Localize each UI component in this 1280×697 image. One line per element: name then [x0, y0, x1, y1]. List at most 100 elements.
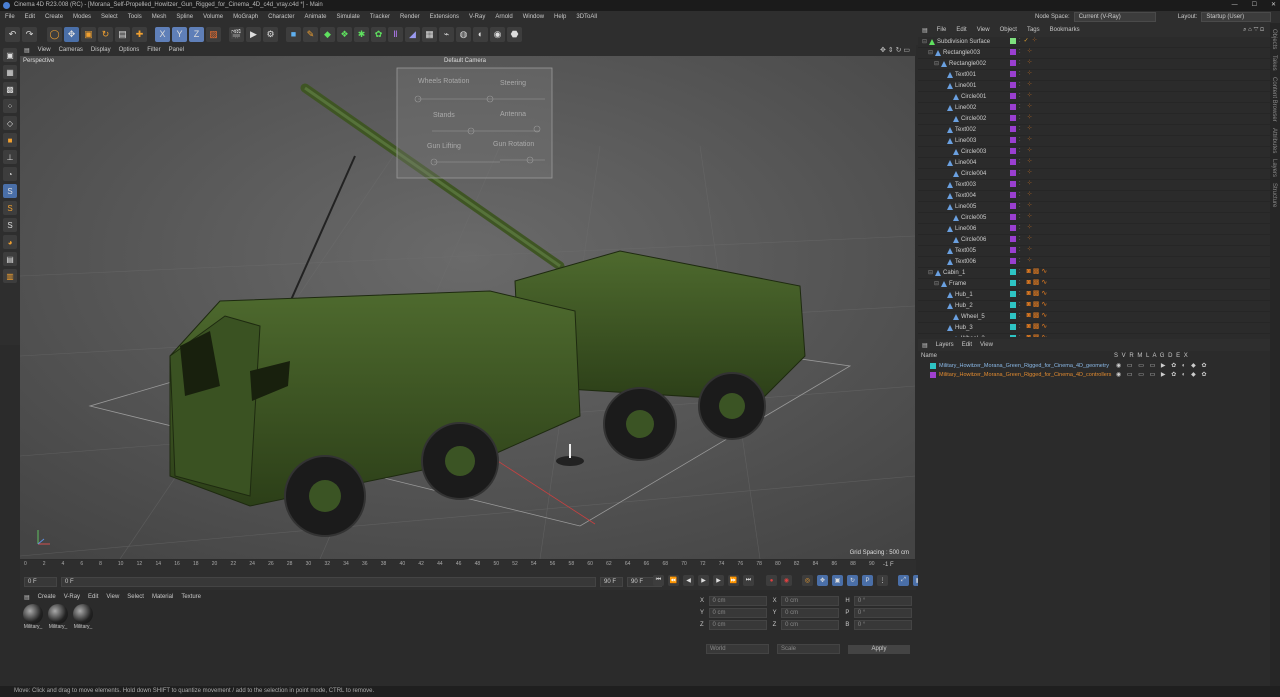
viewport-menu-options[interactable]: Options [115, 45, 144, 56]
visibility-dots-icon[interactable]: ⁚ [1019, 181, 1021, 187]
vray-material-icon[interactable]: ⬣ [507, 26, 522, 42]
object-row[interactable]: Hub_2 ⁚ ◙ ▩ ∿ [918, 301, 1270, 312]
tag-icon[interactable]: ⁘ [1027, 92, 1033, 99]
tag-icon[interactable]: ⁘ [1027, 191, 1033, 198]
layer-color-swatch[interactable] [1010, 137, 1016, 143]
object-row[interactable]: Text003 ⁚ ⁘ [918, 180, 1270, 191]
menu-create[interactable]: Create [40, 11, 68, 23]
cloner-icon[interactable]: ❖ [337, 26, 352, 42]
material-menu-texture[interactable]: Texture [177, 594, 205, 600]
model-mode-icon[interactable]: ▦ [3, 65, 17, 79]
vray-light-icon[interactable]: ◉ [490, 26, 505, 42]
record-icon[interactable]: ● [766, 575, 777, 586]
layer-menu-edit[interactable]: Edit [958, 342, 976, 348]
redo-icon[interactable]: ↷ [22, 26, 37, 42]
object-row[interactable]: Hub_3 ⁚ ◙ ▩ ∿ [918, 323, 1270, 334]
layer-color-swatch[interactable] [1010, 38, 1016, 44]
keyframe-selection-icon[interactable]: ◎ [802, 575, 813, 586]
material-menu-edit[interactable]: Edit [84, 594, 102, 600]
object-row[interactable]: Text005 ⁚ ⁘ [918, 246, 1270, 257]
object-row[interactable]: Text006 ⁚ ⁘ [918, 257, 1270, 268]
tag-icon[interactable]: ⁘ [1027, 125, 1033, 132]
menu-tracker[interactable]: Tracker [365, 11, 395, 23]
visibility-dots-icon[interactable]: ⁚ [1019, 82, 1021, 88]
layer-color-swatch[interactable] [1010, 159, 1016, 165]
tag-icon[interactable]: ⁘ [1027, 180, 1033, 187]
render-settings-icon[interactable]: ⚙ [263, 26, 278, 42]
tag-icon[interactable]: ◙ ▩ ∿ [1027, 323, 1048, 330]
scale-icon[interactable]: ▣ [81, 26, 96, 42]
menu-animate[interactable]: Animate [299, 11, 331, 23]
vray-icon[interactable]: ◍ [456, 26, 471, 42]
layer-color-swatch[interactable] [1010, 170, 1016, 176]
material-menu-material[interactable]: Material [148, 594, 177, 600]
recent-tools-icon[interactable]: ▤ [115, 26, 130, 42]
axis-mode-icon[interactable]: ⊥ [3, 150, 17, 164]
tag-icon[interactable]: ⁘ [1027, 70, 1033, 77]
tag-icon[interactable]: ⁘ [1027, 224, 1033, 231]
layer-color-swatch[interactable] [1010, 280, 1016, 286]
rotation-field[interactable]: 0 ° [853, 619, 913, 630]
viewport-menu-cameras[interactable]: Cameras [55, 45, 87, 56]
z-axis-icon[interactable]: Z [189, 26, 204, 42]
points-mode-icon[interactable]: ⁘ [3, 99, 17, 113]
visibility-dots-icon[interactable]: ⁚ [1019, 236, 1021, 242]
layer-color-swatch[interactable] [1010, 104, 1016, 110]
viewport-menu-display[interactable]: Display [87, 45, 115, 56]
layer-color-swatch[interactable] [1010, 291, 1016, 297]
layer-color-swatch[interactable] [1010, 324, 1016, 330]
menu-3dtoall[interactable]: 3DToAll [571, 11, 602, 23]
minimize-button[interactable]: — [1232, 0, 1238, 11]
layer-flags-icon[interactable]: ◉ ▭ ▭ ▭ ▶ ✿ ◐ ◆ ✿ [1116, 362, 1209, 369]
visibility-dots-icon[interactable]: ⁚ [1019, 269, 1021, 275]
layer-color-swatch[interactable] [1010, 247, 1016, 253]
side-tab-attributes[interactable]: Attributes [1271, 128, 1277, 153]
menu-character[interactable]: Character [263, 11, 299, 23]
tag-icon[interactable]: ⁘ [1027, 147, 1033, 154]
undo-icon[interactable]: ↶ [5, 26, 20, 42]
layer-color-swatch[interactable] [1010, 60, 1016, 66]
object-row[interactable]: Text004 ⁚ ⁘ [918, 191, 1270, 202]
visibility-dots-icon[interactable]: ⁚ [1019, 324, 1021, 330]
visibility-dots-icon[interactable]: ⁚ [1019, 49, 1021, 55]
object-menu-edit[interactable]: Edit [951, 23, 971, 37]
material-menu-view[interactable]: View [102, 594, 123, 600]
subdivision-icon[interactable]: ◆ [320, 26, 335, 42]
menu-file[interactable]: File [0, 11, 20, 23]
visibility-dots-icon[interactable]: ⁚ [1019, 71, 1021, 77]
workplane-icon[interactable]: ◕ [3, 235, 17, 249]
viewport-nav-icons[interactable]: ✥ ⇕ ↻ ▭ [880, 46, 910, 54]
object-row[interactable]: Circle006 ⁚ ⁘ [918, 235, 1270, 246]
grid-icon[interactable]: ▤ [3, 252, 17, 266]
menu-extensions[interactable]: Extensions [425, 11, 464, 23]
deformer-icon[interactable]: ✱ [354, 26, 369, 42]
object-row[interactable]: Line003 ⁚ ⁘ [918, 136, 1270, 147]
menu-volume[interactable]: Volume [198, 11, 228, 23]
light-icon[interactable]: ⌁ [439, 26, 454, 42]
key-scale-icon[interactable]: ▣ [832, 575, 843, 586]
expand-toggle-icon[interactable]: ⊟ [928, 48, 933, 58]
status-check-icon[interactable]: ✓ [1024, 38, 1029, 44]
end-frame-field[interactable]: 90 F [600, 577, 623, 587]
visibility-dots-icon[interactable]: ⁚ [1019, 225, 1021, 231]
object-row[interactable]: ⊟ Subdivision Surface ⁚ ✓ ⁘ [918, 37, 1270, 48]
tag-icon[interactable]: ⁘ [1027, 257, 1033, 264]
object-row[interactable]: ⊟ Cabin_1 ⁚ ◙ ▩ ∿ [918, 268, 1270, 279]
object-row[interactable]: Line004 ⁚ ⁘ [918, 158, 1270, 169]
visibility-dots-icon[interactable]: ⁚ [1019, 60, 1021, 66]
object-row[interactable]: Hub_1 ⁚ ◙ ▩ ∿ [918, 290, 1270, 301]
layer-color-swatch[interactable] [1010, 192, 1016, 198]
tag-icon[interactable]: ⁘ [1027, 136, 1033, 143]
visibility-dots-icon[interactable]: ⁚ [1019, 258, 1021, 264]
layer-color-swatch[interactable] [1010, 302, 1016, 308]
layer-color-swatch[interactable] [1010, 93, 1016, 99]
layer-panel-icon[interactable]: ▤ [918, 342, 932, 349]
object-row[interactable]: Circle004 ⁚ ⁘ [918, 169, 1270, 180]
rotation-field[interactable]: 0 ° [853, 607, 913, 618]
menu-simulate[interactable]: Simulate [332, 11, 365, 23]
camera-name-label[interactable]: Default Camera [444, 58, 486, 64]
object-menu-object[interactable]: Object [995, 23, 1022, 37]
live-selection-icon[interactable]: ◯ [47, 26, 62, 42]
tag-icon[interactable]: ◙ ▩ ∿ [1027, 334, 1048, 337]
tag-icon[interactable]: ⁘ [1027, 158, 1033, 165]
